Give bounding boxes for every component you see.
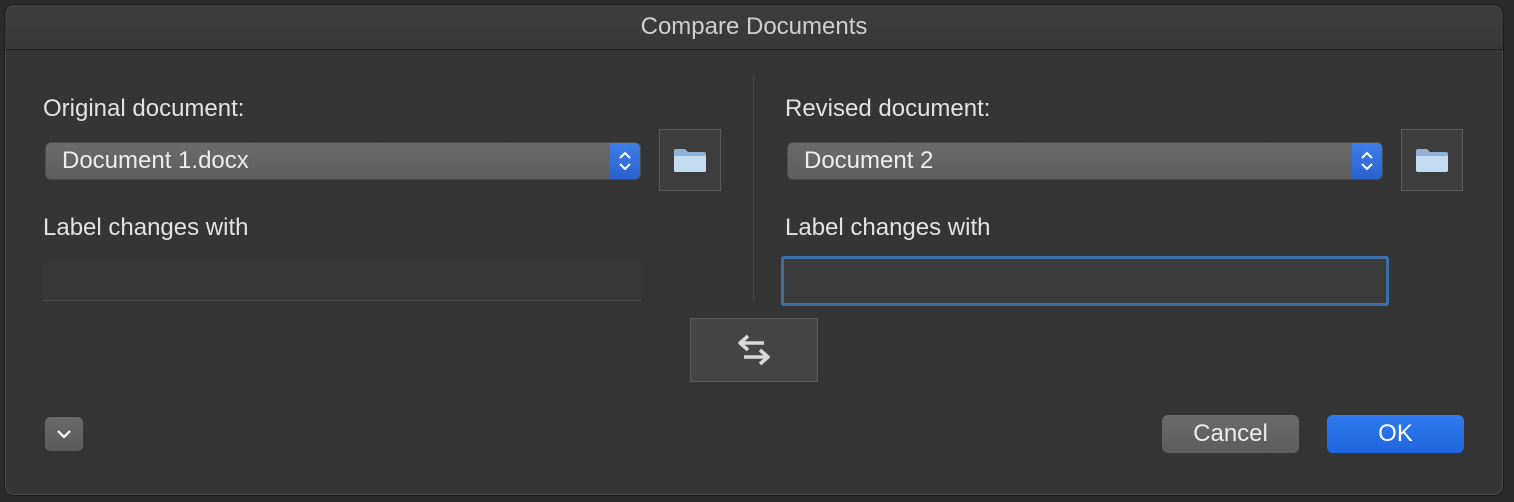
disclosure-button[interactable] bbox=[45, 417, 83, 451]
original-browse-button[interactable] bbox=[659, 129, 721, 191]
revised-document-label: Revised document: bbox=[785, 95, 991, 122]
original-document-label: Original document: bbox=[43, 95, 245, 122]
revised-document-selected: Document 2 bbox=[804, 147, 934, 174]
original-label-changes-input[interactable] bbox=[43, 261, 641, 301]
original-document-popup[interactable]: Document 1.docx bbox=[45, 142, 641, 180]
column-divider bbox=[753, 75, 754, 301]
folder-icon bbox=[1416, 149, 1448, 172]
original-label-changes-label: Label changes with bbox=[43, 214, 249, 241]
popup-stepper-icon bbox=[1352, 143, 1382, 179]
revised-document-popup[interactable]: Document 2 bbox=[787, 142, 1383, 180]
swap-arrows-icon bbox=[738, 334, 770, 366]
revised-label-changes-label: Label changes with bbox=[785, 214, 991, 241]
swap-documents-button[interactable] bbox=[690, 318, 818, 382]
revised-browse-button[interactable] bbox=[1401, 129, 1463, 191]
revised-label-changes-input[interactable] bbox=[781, 256, 1389, 306]
folder-icon bbox=[674, 149, 706, 172]
window-title: Compare Documents bbox=[5, 5, 1503, 50]
ok-button[interactable]: OK bbox=[1327, 415, 1464, 453]
original-document-selected: Document 1.docx bbox=[62, 147, 249, 174]
popup-stepper-icon bbox=[610, 143, 640, 179]
compare-documents-dialog: Compare Documents Original document: Doc… bbox=[4, 4, 1504, 496]
cancel-button[interactable]: Cancel bbox=[1162, 415, 1299, 453]
chevron-down-icon bbox=[57, 430, 71, 439]
